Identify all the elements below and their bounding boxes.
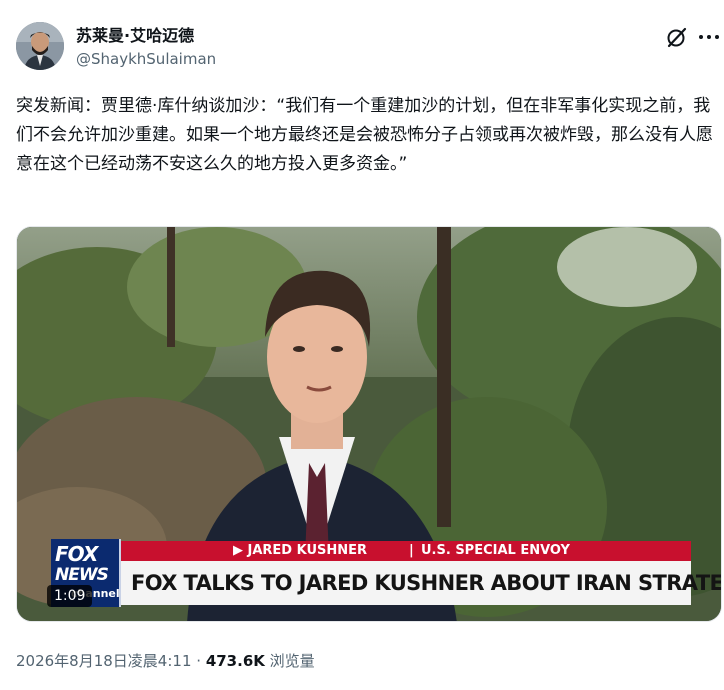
lower-third: FOX NEWS channel ▶ JARED KUSHNER | U.S. … bbox=[51, 539, 721, 607]
fox-logo-line1: FOX bbox=[55, 542, 98, 566]
chyron-separator: | bbox=[409, 543, 414, 558]
avatar-image bbox=[16, 22, 64, 70]
author-display-name[interactable]: 苏莱曼·艾哈迈德 bbox=[76, 22, 194, 46]
video-duration-badge: 1:09 bbox=[47, 585, 93, 607]
tweet-meta: 2026年8月18日凌晨4:11 · 473.6K 浏览量 bbox=[16, 650, 315, 671]
chyron-name-bar: ▶ JARED KUSHNER | U.S. SPECIAL ENVOY bbox=[121, 541, 691, 561]
chyron-title: U.S. SPECIAL ENVOY bbox=[421, 543, 570, 558]
chyron-headline: FOX TALKS TO JARED KUSHNER ABOUT IRAN ST… bbox=[131, 571, 722, 595]
more-dots-icon[interactable] bbox=[696, 24, 722, 50]
timestamp[interactable]: 2026年8月18日凌晨4:11 bbox=[16, 652, 192, 670]
avatar[interactable] bbox=[16, 22, 64, 70]
author-handle[interactable]: @ShaykhSulaiman bbox=[76, 50, 216, 68]
grok-slash-icon[interactable] bbox=[664, 24, 690, 50]
chyron-headline-bar: FOX TALKS TO JARED KUSHNER ABOUT IRAN ST… bbox=[121, 561, 721, 605]
meta-separator: · bbox=[191, 652, 206, 670]
views-count[interactable]: 473.6K bbox=[206, 652, 265, 670]
fox-logo-line2: NEWS bbox=[55, 565, 109, 585]
tweet-text: 突发新闻：贾里德·库什纳谈加沙：“我们有一个重建加沙的计划，但在非军事化实现之前… bbox=[16, 96, 713, 174]
chyron-name: ▶ JARED KUSHNER bbox=[233, 543, 368, 558]
views-label: 浏览量 bbox=[264, 652, 315, 670]
video-player[interactable]: FOX NEWS channel ▶ JARED KUSHNER | U.S. … bbox=[16, 226, 722, 622]
